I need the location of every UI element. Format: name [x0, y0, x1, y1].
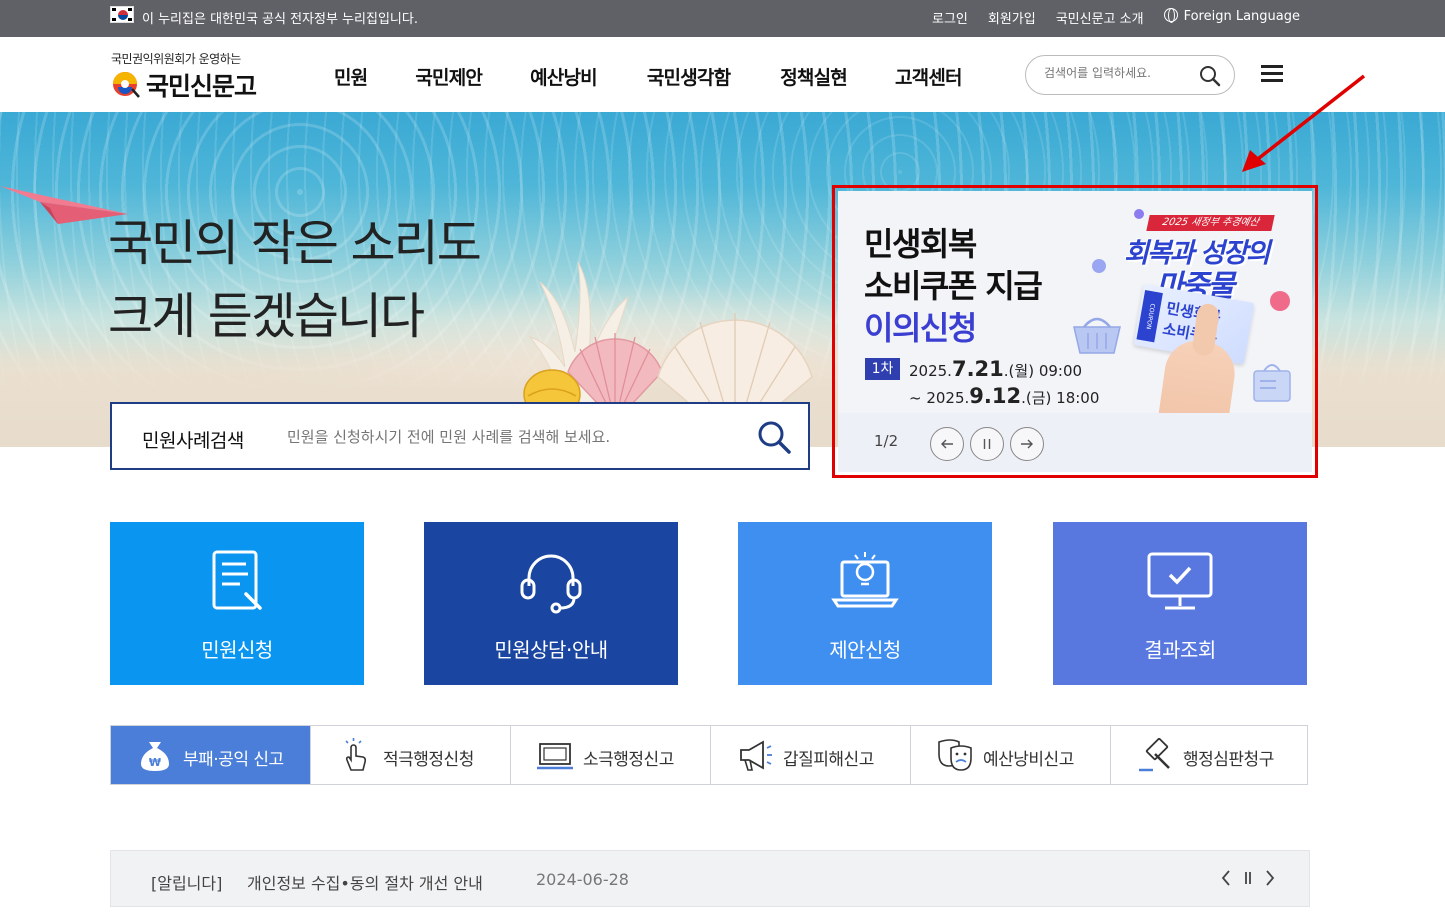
notice-pause-icon[interactable]: [1239, 867, 1257, 889]
nav-item-customer-center[interactable]: 고객센터: [895, 63, 963, 90]
megaphone-icon: [740, 740, 772, 771]
banner-title-line1: 민생회복: [864, 225, 977, 263]
logo-emblem-icon[interactable]: [110, 69, 140, 99]
quick-report-label: 행정심판청구: [1183, 750, 1274, 770]
svg-text:₩: ₩: [149, 756, 161, 769]
korea-flag-icon: [110, 6, 134, 23]
case-search-box: 민원사례검색: [110, 402, 810, 470]
logo-subtitle: 국민권익위원회가 운영하는: [111, 52, 241, 66]
banner-start-date: 2025.7.21.(월) 09:00: [909, 357, 1083, 381]
search-icon[interactable]: [1199, 65, 1221, 87]
banner-end-date: ~ 2025.9.12.(금) 18:00: [909, 384, 1100, 408]
notice-next-icon[interactable]: [1261, 867, 1279, 889]
banner-next-button[interactable]: [1010, 427, 1044, 461]
foreign-language-link[interactable]: Foreign Language: [1163, 8, 1300, 27]
shopping-basket-icon: [1073, 317, 1121, 354]
promo-tag: 2025 새정부 추경예산: [1146, 215, 1275, 231]
quick-report-label: 갑질피해신고: [783, 750, 874, 770]
tile-civil-application[interactable]: 민원신청: [110, 522, 364, 685]
tile-label: 민원신청: [201, 638, 273, 662]
monitor-check-icon: [1147, 552, 1213, 610]
foreign-language-label: Foreign Language: [1183, 9, 1300, 24]
tile-consultation[interactable]: 민원상담·안내: [424, 522, 678, 685]
case-search-label: 민원사례검색: [142, 430, 244, 452]
decor-dot: [1270, 291, 1290, 311]
laptop-icon: [537, 743, 573, 770]
tile-label: 제안신청: [829, 638, 901, 662]
gavel-icon: [1139, 738, 1170, 772]
promo-banner[interactable]: 민생회복 소비쿠폰 지급 이의신청 1차 2025.7.21.(월) 09:00…: [838, 191, 1312, 472]
masks-icon: [938, 739, 972, 771]
tile-proposal-application[interactable]: 제안신청: [738, 522, 992, 685]
site-search-input[interactable]: [1044, 66, 1194, 80]
notice-prev-icon[interactable]: [1217, 867, 1235, 889]
case-search-input[interactable]: [287, 428, 727, 446]
nav-item-budget-waste[interactable]: 예산낭비: [530, 63, 598, 90]
notice-category: [알립니다]: [151, 874, 223, 893]
gov-banner-bar: 이 누리집은 대한민국 공식 전자정부 누리집입니다. 로그인 회원가입 국민신…: [0, 0, 1445, 37]
money-bag-icon: ₩: [141, 742, 169, 771]
quick-report-label: 소극행정신고: [583, 750, 674, 770]
quick-corruption-report[interactable]: ₩ 부패·공익 신고: [111, 726, 310, 784]
quick-report-label: 부패·공익 신고: [183, 750, 284, 770]
banner-title-line3: 이의신청: [864, 309, 977, 347]
coupon-side-label: COUPON: [1136, 290, 1163, 343]
pause-icon: [983, 439, 991, 449]
decor-dot: [1092, 259, 1106, 273]
tile-label: 결과조회: [1144, 638, 1216, 662]
shopping-bag-icon: [1253, 364, 1291, 402]
hero-title-line1: 국민의 작은 소리도: [108, 215, 482, 272]
quick-report-label: 예산낭비신고: [983, 750, 1074, 770]
decor-dot: [1134, 209, 1144, 219]
logo-text[interactable]: 국민신문고: [146, 67, 257, 103]
banner-title-line2: 소비쿠폰 지급: [864, 267, 1043, 305]
site-search: [1025, 55, 1235, 95]
notice-ticker: [알립니다] 개인정보 수집•동의 절차 개선 안내 2024-06-28: [110, 850, 1310, 907]
search-icon[interactable]: [756, 419, 792, 455]
quick-budget-waste-report[interactable]: 예산낭비신고: [910, 726, 1110, 784]
gov-notice-text: 이 누리집은 대한민국 공식 전자정부 누리집입니다.: [142, 12, 418, 27]
nav-item-proposal[interactable]: 국민제안: [415, 63, 483, 90]
nav-item-policy[interactable]: 정책실현: [780, 63, 848, 90]
utility-links: 로그인 회원가입 국민신문고 소개 Foreign Language: [932, 8, 1300, 27]
document-pen-icon: [212, 550, 262, 610]
banner-pause-button[interactable]: [970, 427, 1004, 461]
laptop-lightbulb-icon: [831, 552, 899, 608]
quick-proactive-admin[interactable]: 적극행정신청: [310, 726, 510, 784]
globe-icon: [1163, 8, 1178, 23]
nav-item-minwon[interactable]: 민원: [334, 63, 368, 90]
about-link[interactable]: 국민신문고 소개: [1056, 8, 1144, 27]
quick-abuse-report[interactable]: 갑질피해신고: [710, 726, 910, 784]
quick-report-label: 적극행정신청: [383, 750, 474, 770]
banner-prev-button[interactable]: [930, 427, 964, 461]
arrow-left-icon: [941, 439, 953, 449]
quick-admin-appeal[interactable]: 행정심판청구: [1110, 726, 1309, 784]
main-navigation: 민원 국민제안 예산낭비 국민생각함 정책실현 고객센터: [334, 63, 963, 90]
site-header: 국민권익위원회가 운영하는 국민신문고 민원 국민제안 예산낭비 국민생각함 정…: [0, 37, 1445, 112]
banner-page-indicator: 1/2: [874, 432, 899, 450]
round-badge: 1차: [865, 358, 900, 380]
headset-icon: [520, 554, 582, 614]
tile-result-inquiry[interactable]: 결과조회: [1053, 522, 1307, 685]
quick-report-bar: ₩ 부패·공익 신고 적극행정신청 소극행정신고 갑질피해신고 예산낭비신고 행…: [110, 725, 1308, 785]
arrow-right-icon: [1021, 439, 1033, 449]
login-link[interactable]: 로그인: [932, 8, 968, 27]
notice-date: 2024-06-28: [536, 870, 629, 889]
notice-title-link[interactable]: 개인정보 수집•동의 절차 개선 안내: [247, 870, 483, 894]
nav-item-idea-hub[interactable]: 국민생각함: [647, 63, 731, 90]
hero-title-line2: 크게 듣겠습니다: [108, 288, 425, 345]
banner-control-bar: [838, 413, 1312, 472]
quick-passive-admin[interactable]: 소극행정신고: [510, 726, 710, 784]
signup-link[interactable]: 회원가입: [988, 8, 1036, 27]
tap-hand-icon: [345, 738, 367, 771]
tile-label: 민원상담·안내: [494, 638, 608, 662]
menu-hamburger-icon[interactable]: [1261, 65, 1283, 83]
